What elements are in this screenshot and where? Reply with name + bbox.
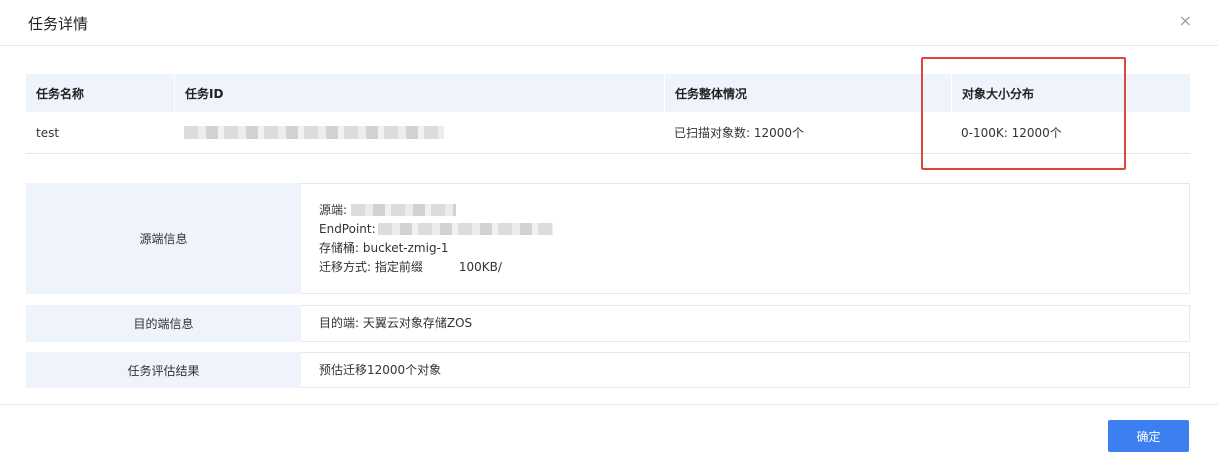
task-detail-dialog: 任务详情 × 任务名称 任务ID 任务整体情况 对象大小分布 test 已扫描对… <box>0 0 1218 465</box>
source-method-label: 迁移方式: 指定前缀 <box>319 259 423 274</box>
source-endpoint-type-label: 源端: <box>319 202 348 217</box>
dialog-header: 任务详情 × <box>0 0 1218 46</box>
evaluation-value-text: 预估迁移12000个对象 <box>319 362 442 377</box>
column-header-task-id: 任务ID <box>174 74 664 112</box>
confirm-button[interactable]: 确定 <box>1108 420 1189 452</box>
source-endpoint: EndPoint: <box>319 220 1189 239</box>
close-icon[interactable]: × <box>1179 12 1192 30</box>
redacted-task-id <box>184 126 444 139</box>
cell-task-id <box>174 112 664 153</box>
cell-size-distribution: 0-100K: 12000个 <box>961 126 1062 140</box>
source-method-size: 100KB/ <box>458 259 502 274</box>
source-endpoint-label: EndPoint: <box>319 221 376 236</box>
cell-task-name: test <box>36 125 60 140</box>
evaluation-panel: 任务评估结果 预估迁移12000个对象 <box>26 352 1190 388</box>
destination-info-label: 目的端信息 <box>26 305 301 342</box>
column-header-size-distribution: 对象大小分布 <box>951 74 1190 112</box>
redacted-endpoint <box>377 223 553 235</box>
column-header-task-name: 任务名称 <box>36 86 85 101</box>
redacted-source <box>351 204 457 216</box>
task-table: 任务名称 任务ID 任务整体情况 对象大小分布 test 已扫描对象数: 120… <box>26 74 1190 154</box>
table-header: 任务名称 任务ID 任务整体情况 对象大小分布 <box>26 74 1190 112</box>
table-row: test 已扫描对象数: 12000个 0-100K: 12000个 <box>26 112 1190 154</box>
dialog-footer: 确定 <box>0 404 1218 465</box>
source-bucket: 存储桶: bucket-zmig-1 <box>319 240 449 255</box>
column-header-overall: 任务整体情况 <box>664 74 951 112</box>
source-endpoint-type: 源端: <box>319 201 1189 220</box>
cell-overall: 已扫描对象数: 12000个 <box>674 126 805 140</box>
dialog-title: 任务详情 <box>28 15 89 33</box>
destination-info-panel: 目的端信息 目的端: 天翼云对象存储ZOS <box>26 305 1190 342</box>
source-info-value: 源端: EndPoint: 存储桶: bucket-zmig-1 迁移方式: 指… <box>301 183 1190 294</box>
source-info-panel: 源端信息 源端: EndPoint: 存储桶: bucket-zmig-1 迁移… <box>26 183 1190 294</box>
evaluation-value: 预估迁移12000个对象 <box>301 352 1190 388</box>
destination-value-text: 目的端: 天翼云对象存储ZOS <box>319 316 473 330</box>
destination-info-value: 目的端: 天翼云对象存储ZOS <box>301 305 1190 342</box>
evaluation-label: 任务评估结果 <box>26 352 301 388</box>
source-method: 迁移方式: 指定前缀 100KB/ <box>319 258 1189 277</box>
source-info-label: 源端信息 <box>26 183 301 294</box>
